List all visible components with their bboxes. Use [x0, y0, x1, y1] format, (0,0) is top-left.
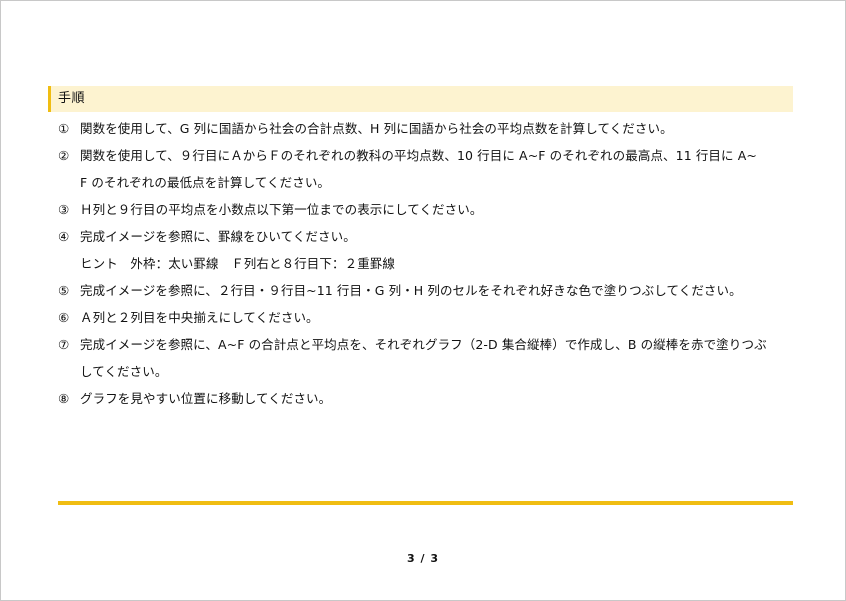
step-text: 完成イメージを参照に、罫線をひいてください。	[80, 229, 356, 244]
step-number: ⑤	[58, 283, 70, 298]
step-number: ⑧	[58, 391, 70, 406]
steps-list: ① 関数を使用して、G 列に国語から社会の合計点数、H 列に国語から社会の平均点…	[58, 115, 798, 412]
step-8: ⑧ グラフを見やすい位置に移動してください。	[58, 385, 798, 412]
step-hint: ヒント 外枠：太い罫線 Ｆ列右と８行目下：２重罫線	[80, 256, 396, 271]
page-number: 3 / 3	[407, 552, 439, 565]
step-5: ⑤ 完成イメージを参照に、２行目・９行目~11 行目・G 列・H 列のセルをそれ…	[58, 277, 798, 304]
step-text: 完成イメージを参照に、A~F の合計点と平均点を、それぞれグラフ（2-D 集合縦…	[80, 337, 767, 352]
footer-divider	[58, 501, 793, 505]
step-number: ⑥	[58, 310, 70, 325]
step-number: ①	[58, 121, 70, 136]
step-6: ⑥ Ａ列と２列目を中央揃えにしてください。	[58, 304, 798, 331]
step-number: ③	[58, 202, 70, 217]
step-1: ① 関数を使用して、G 列に国語から社会の合計点数、H 列に国語から社会の平均点…	[58, 115, 798, 142]
step-2: ② 関数を使用して、９行目にＡからＦのそれぞれの教科の平均点数、10 行目に A…	[58, 142, 798, 196]
step-text: 関数を使用して、G 列に国語から社会の合計点数、H 列に国語から社会の平均点数を…	[80, 121, 673, 136]
section-header: 手順	[48, 86, 793, 112]
section-title: 手順	[58, 91, 86, 106]
step-text: 関数を使用して、９行目にＡからＦのそれぞれの教科の平均点数、10 行目に A~F…	[80, 148, 757, 163]
step-text-continued: してください。	[80, 364, 168, 379]
step-number: ④	[58, 229, 70, 244]
step-3: ③ Ｈ列と９行目の平均点を小数点以下第一位までの表示にしてください。	[58, 196, 798, 223]
step-7: ⑦ 完成イメージを参照に、A~F の合計点と平均点を、それぞれグラフ（2-D 集…	[58, 331, 798, 385]
step-text: 完成イメージを参照に、２行目・９行目~11 行目・G 列・H 列のセルをそれぞれ…	[80, 283, 742, 298]
step-number: ⑦	[58, 337, 70, 352]
step-4: ④ 完成イメージを参照に、罫線をひいてください。 ヒント 外枠：太い罫線 Ｆ列右…	[58, 223, 798, 277]
section-accent-bar	[48, 86, 51, 112]
step-text-continued: F のそれぞれの最低点を計算してください。	[80, 175, 331, 190]
step-number: ②	[58, 148, 70, 163]
step-text: グラフを見やすい位置に移動してください。	[80, 391, 332, 406]
step-text: Ｈ列と９行目の平均点を小数点以下第一位までの表示にしてください。	[80, 202, 483, 217]
document-page: 手順 ① 関数を使用して、G 列に国語から社会の合計点数、H 列に国語から社会の…	[0, 0, 846, 601]
step-text: Ａ列と２列目を中央揃えにしてください。	[80, 310, 319, 325]
